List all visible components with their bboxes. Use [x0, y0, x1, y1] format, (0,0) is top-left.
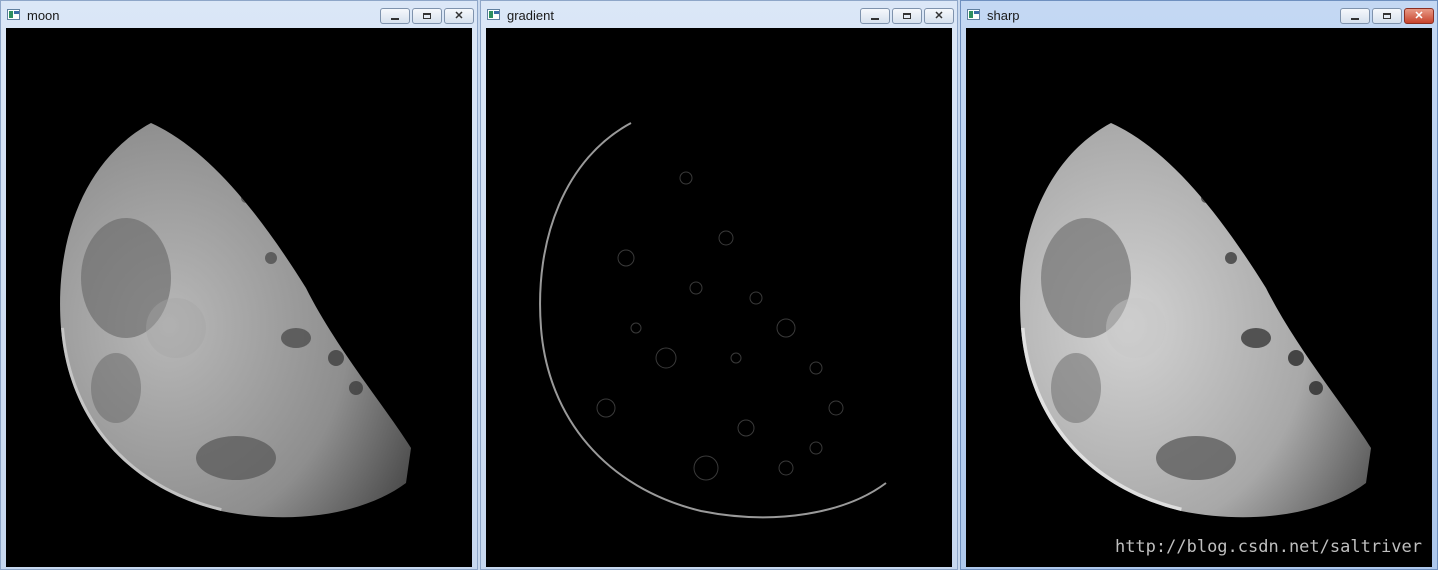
- close-button[interactable]: ✕: [924, 8, 954, 24]
- minimize-icon: [391, 17, 399, 20]
- titlebar-sharp[interactable]: sharp ✕: [961, 1, 1437, 28]
- moon-original-svg: [60, 123, 411, 518]
- gradient-image: [486, 28, 952, 567]
- minimize-button[interactable]: [1340, 8, 1370, 24]
- app-icon: [967, 9, 980, 20]
- minimize-icon: [1351, 17, 1359, 20]
- window-sharp: sharp ✕ http://blog.csdn.net/saltriver: [960, 0, 1438, 570]
- maximize-button[interactable]: [892, 8, 922, 24]
- maximize-icon: [1383, 13, 1391, 19]
- sharp-image: http://blog.csdn.net/saltriver: [966, 28, 1432, 567]
- window-controls: ✕: [1340, 8, 1434, 24]
- watermark: http://blog.csdn.net/saltriver: [1114, 537, 1422, 557]
- maximize-button[interactable]: [1372, 8, 1402, 24]
- minimize-icon: [871, 17, 879, 20]
- window-controls: ✕: [380, 8, 474, 24]
- maximize-icon: [903, 13, 911, 19]
- window-controls: ✕: [860, 8, 954, 24]
- close-icon: ✕: [454, 10, 464, 22]
- close-button[interactable]: ✕: [444, 8, 474, 24]
- maximize-icon: [423, 13, 431, 19]
- moon-gradient-svg: [539, 122, 887, 519]
- titlebar-gradient[interactable]: gradient ✕: [481, 1, 957, 28]
- close-icon: ✕: [934, 10, 944, 22]
- titlebar-moon[interactable]: moon ✕: [1, 1, 477, 28]
- app-icon: [487, 9, 500, 20]
- close-button[interactable]: ✕: [1404, 8, 1434, 24]
- app-icon: [7, 9, 20, 20]
- maximize-button[interactable]: [412, 8, 442, 24]
- window-title: gradient: [507, 8, 554, 23]
- moon-image: [6, 28, 472, 567]
- window-title: moon: [27, 8, 60, 23]
- close-icon: ✕: [1414, 10, 1424, 22]
- window-gradient: gradient ✕: [480, 0, 958, 570]
- window-title: sharp: [987, 8, 1020, 23]
- window-moon: moon ✕: [0, 0, 478, 570]
- minimize-button[interactable]: [380, 8, 410, 24]
- moon-sharp-svg: [1020, 123, 1371, 518]
- minimize-button[interactable]: [860, 8, 890, 24]
